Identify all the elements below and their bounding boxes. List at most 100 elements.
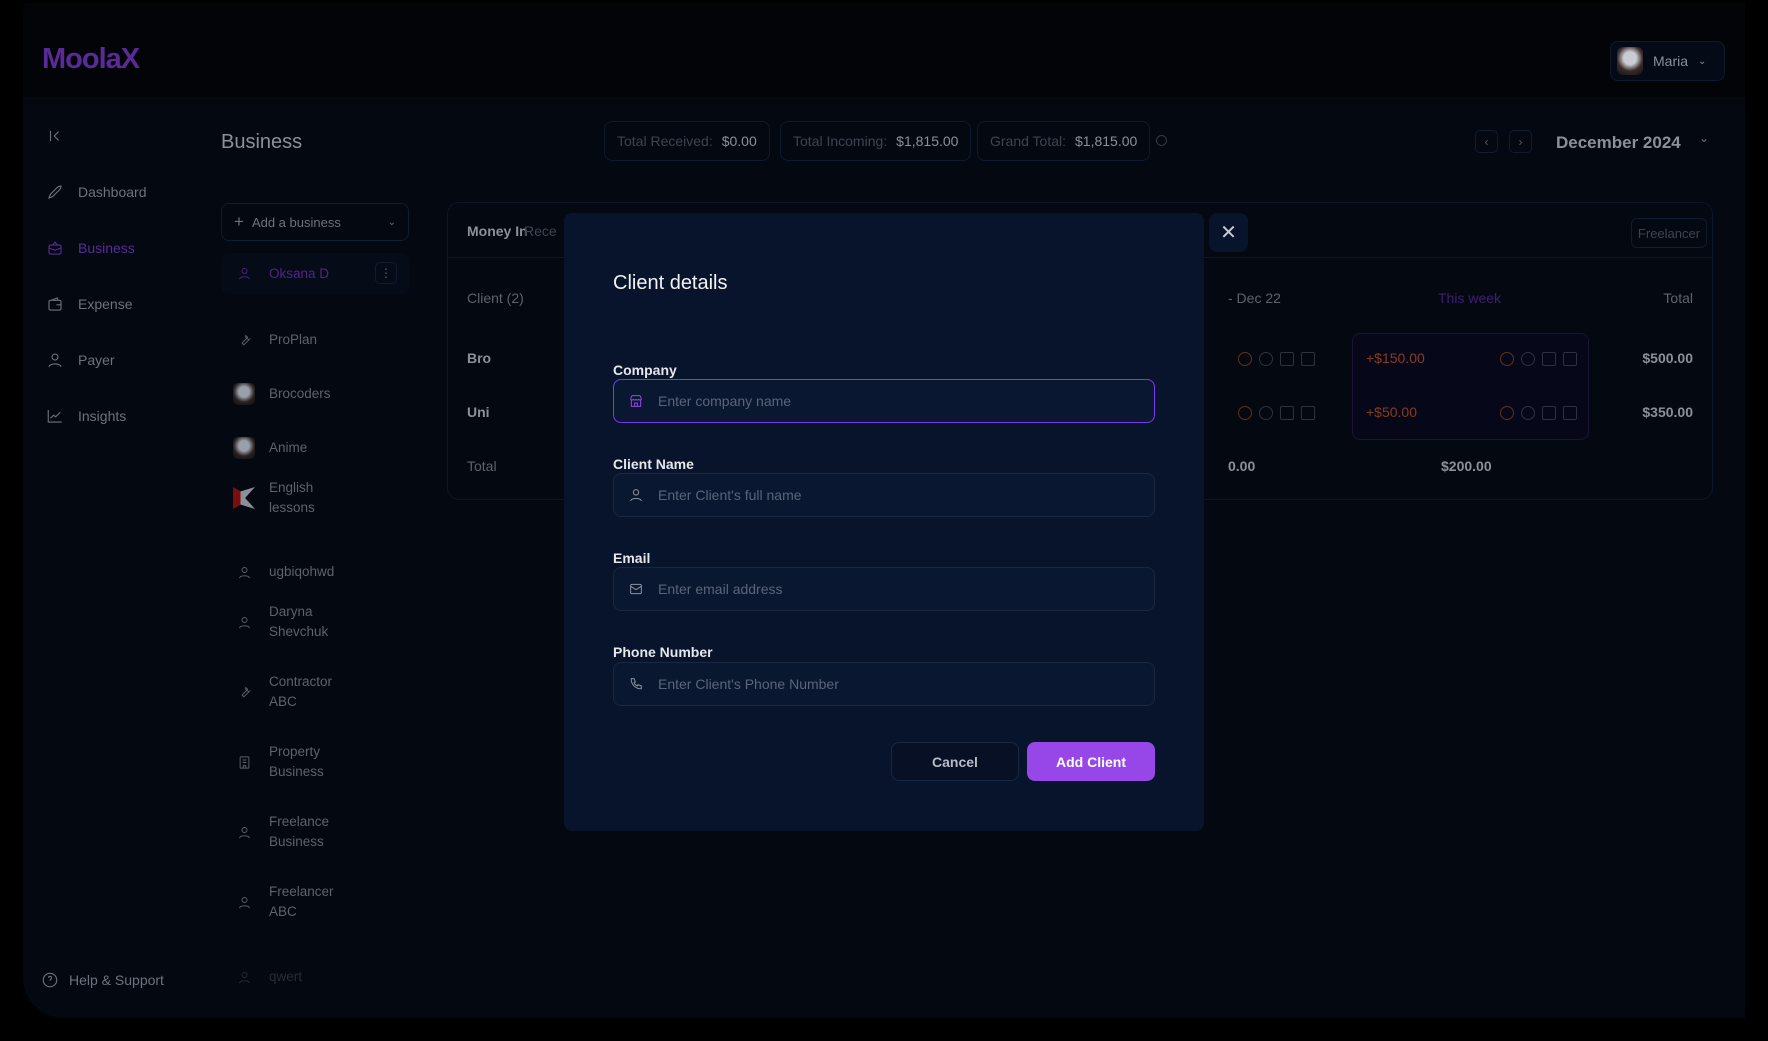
- help-support-link[interactable]: Help & Support: [41, 971, 164, 989]
- add-business-button[interactable]: + Add a business ⌄: [221, 203, 409, 241]
- this-week-amount[interactable]: +$50.00: [1366, 404, 1417, 420]
- sidebar-item-business[interactable]: Business: [46, 239, 135, 257]
- client-name-input[interactable]: [658, 487, 1138, 503]
- repeat-icon: [1280, 406, 1294, 420]
- business-item[interactable]: Freelance Business: [221, 812, 409, 852]
- business-label: Brocoders: [269, 386, 331, 401]
- sidebar-item-label: Dashboard: [78, 184, 147, 200]
- clock-icon: [1238, 406, 1252, 420]
- row-client: Uni: [467, 404, 490, 420]
- row-total: $350.00: [1642, 404, 1693, 420]
- trash-icon: [1301, 406, 1315, 420]
- check-circle-icon: [1259, 406, 1273, 420]
- email-field[interactable]: [613, 567, 1155, 611]
- avatar: [233, 383, 255, 405]
- check-circle-icon: [1521, 352, 1535, 366]
- sidebar-item-insights[interactable]: Insights: [46, 407, 126, 425]
- tab-money-in[interactable]: Money In: [467, 223, 528, 239]
- collapse-sidebar-icon[interactable]: [46, 127, 64, 145]
- total-received: Total Received: $0.00: [604, 121, 770, 161]
- rocket-icon: [47, 185, 62, 200]
- avatar: [233, 437, 255, 459]
- user-name: Maria: [1653, 53, 1689, 69]
- business-item[interactable]: Property Business: [221, 742, 409, 782]
- business-label: Contractor ABC: [269, 674, 333, 709]
- col-total: Total: [1663, 290, 1693, 306]
- row-actions[interactable]: [1500, 352, 1577, 366]
- company-label: Company: [613, 362, 677, 378]
- close-modal-button[interactable]: ✕: [1209, 213, 1248, 252]
- sidebar-item-expense[interactable]: Expense: [46, 295, 132, 313]
- user-icon: [630, 489, 642, 502]
- next-month-button[interactable]: ›: [1509, 130, 1532, 153]
- this-week-amount[interactable]: +$150.00: [1366, 350, 1425, 366]
- total-value: $1,815.00: [896, 133, 959, 149]
- company-field[interactable]: [613, 379, 1155, 423]
- total-label: Total Incoming:: [793, 133, 888, 149]
- sidebar-item-label: Insights: [78, 408, 127, 424]
- add-business-label: Add a business: [251, 214, 341, 230]
- add-client-button[interactable]: Add Client: [1027, 742, 1155, 781]
- help-label: Help & Support: [69, 972, 164, 988]
- client-name-field[interactable]: [613, 473, 1155, 517]
- grand-total: Grand Total: $1,815.00: [977, 121, 1151, 161]
- row-actions[interactable]: [1238, 352, 1315, 366]
- col-client: Client (2): [467, 290, 524, 306]
- close-icon: ✕: [1220, 222, 1237, 244]
- month-selector[interactable]: December 2024: [1556, 133, 1681, 153]
- business-item[interactable]: Anime: [221, 428, 409, 468]
- business-item[interactable]: Freelancer ABC: [221, 882, 409, 922]
- check-circle-icon: [1521, 406, 1535, 420]
- business-item[interactable]: ugbiqohwd: [221, 552, 409, 592]
- clock-icon: [1500, 406, 1514, 420]
- company-input[interactable]: [658, 393, 1138, 409]
- sidebar-item-payer[interactable]: Payer: [46, 351, 115, 369]
- user-icon: [233, 821, 255, 843]
- wallet-icon: [48, 297, 62, 311]
- wrench-icon: [233, 329, 255, 351]
- business-item[interactable]: Oksana D ⋮: [221, 253, 409, 294]
- email-input[interactable]: [658, 581, 1138, 597]
- prev-month-button[interactable]: ‹: [1475, 130, 1498, 153]
- row-total: $500.00: [1642, 350, 1693, 366]
- row-actions[interactable]: [1238, 406, 1315, 420]
- chevron-down-icon[interactable]: ⌄: [1699, 131, 1709, 145]
- business-label: Oksana D: [269, 265, 330, 281]
- top-bar: MoolaX Maria ⌄: [23, 3, 1745, 97]
- user-icon: [233, 891, 255, 913]
- phone-field[interactable]: [613, 662, 1155, 706]
- repeat-icon: [1280, 352, 1294, 366]
- modal-title: Client details: [613, 272, 728, 294]
- chart-line-icon: [47, 410, 62, 423]
- client-details-modal: Client details Company Client Name Email…: [564, 213, 1204, 831]
- business-item[interactable]: Brocoders: [221, 374, 409, 414]
- filter-freelancer[interactable]: Freelancer: [1631, 218, 1707, 248]
- total-value: $0.00: [721, 133, 757, 149]
- business-label: Property Business: [269, 744, 324, 779]
- business-item[interactable]: English lessons: [221, 478, 409, 518]
- phone-input[interactable]: [658, 676, 1138, 692]
- business-item[interactable]: Contractor ABC: [221, 672, 409, 712]
- cancel-button[interactable]: Cancel: [891, 742, 1019, 781]
- clock-icon: [1500, 352, 1514, 366]
- check-circle-icon: [1259, 352, 1273, 366]
- row-actions[interactable]: [1500, 406, 1577, 420]
- user-icon: [233, 966, 255, 988]
- tab-received[interactable]: Rece: [524, 223, 557, 239]
- user-icon: [48, 353, 62, 368]
- more-options-button[interactable]: ⋮: [375, 262, 397, 284]
- logo: MoolaX: [42, 43, 140, 75]
- business-item[interactable]: Daryna Shevchuk: [221, 602, 409, 642]
- business-item[interactable]: qwert: [221, 957, 409, 997]
- sidebar-item-label: Expense: [78, 296, 133, 312]
- info-icon[interactable]: [1156, 135, 1167, 146]
- user-menu[interactable]: Maria ⌄: [1610, 41, 1725, 81]
- logo-k: [233, 487, 255, 509]
- chevron-down-icon: ⌄: [387, 216, 396, 228]
- plus-icon: +: [234, 212, 244, 231]
- page-title: Business: [221, 131, 303, 153]
- total-label: Total Received:: [617, 133, 713, 149]
- sidebar-item-dashboard[interactable]: Dashboard: [46, 183, 147, 201]
- business-item[interactable]: ProPlan: [221, 320, 409, 360]
- user-icon: [233, 611, 255, 633]
